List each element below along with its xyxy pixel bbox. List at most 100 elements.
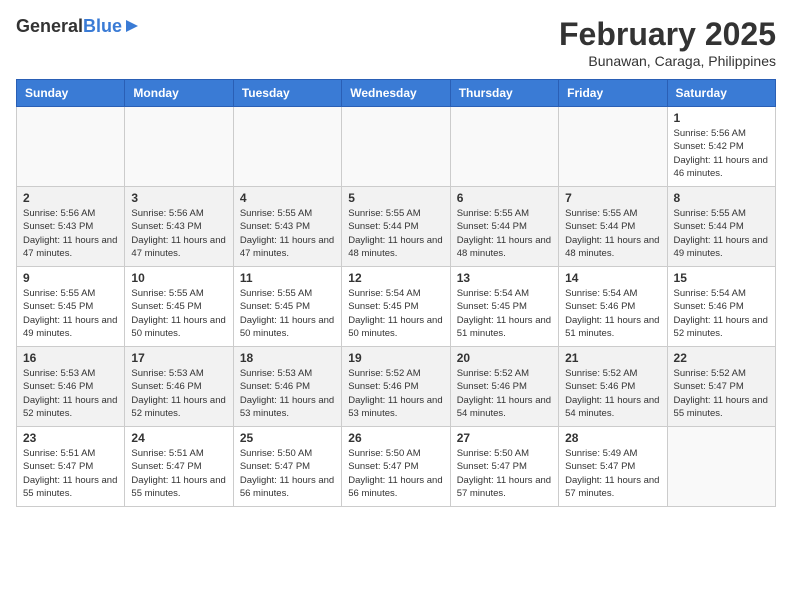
day-info: Sunrise: 5:55 AM Sunset: 5:43 PM Dayligh…: [240, 207, 335, 260]
day-info: Sunrise: 5:51 AM Sunset: 5:47 PM Dayligh…: [23, 447, 118, 500]
calendar-cell: [233, 107, 341, 187]
weekday-header: Thursday: [450, 80, 558, 107]
day-number: 5: [348, 191, 443, 205]
calendar-week-row: 2 Sunrise: 5:56 AM Sunset: 5:43 PM Daylig…: [17, 187, 776, 267]
calendar-cell: [17, 107, 125, 187]
day-number: 2: [23, 191, 118, 205]
calendar-cell: 2Sunrise: 5:56 AM Sunset: 5:43 PM Daylig…: [17, 187, 125, 267]
day-info: Sunrise: 5:55 AM Sunset: 5:44 PM Dayligh…: [348, 207, 443, 260]
calendar-cell: 12 Sunrise: 5:54 AM Sunset: 5:45 PM Dayli…: [342, 267, 450, 347]
day-number: 6: [457, 191, 552, 205]
calendar-cell: 7 Sunrise: 5:55 AM Sunset: 5:44 PM Daylig…: [559, 187, 667, 267]
day-info: Sunrise: 5:54 AM Sunset: 5:46 PM Dayligh…: [565, 287, 660, 340]
day-info: Sunrise: 5:55 AM Sunset: 5:44 PM Dayligh…: [457, 207, 552, 260]
day-info: Sunrise: 5:50 AM Sunset: 5:47 PM Dayligh…: [348, 447, 443, 500]
day-number: 17: [131, 351, 226, 365]
day-info: Sunrise: 5:55 AM Sunset: 5:45 PM Dayligh…: [23, 287, 118, 340]
calendar-cell: 26 Sunrise: 5:50 AM Sunset: 5:47 PM Dayli…: [342, 427, 450, 507]
calendar-table: SundayMondayTuesdayWednesdayThursdayFrid…: [16, 79, 776, 507]
day-number: 3: [131, 191, 226, 205]
calendar-cell: 10Sunrise: 5:55 AM Sunset: 5:45 PM Dayli…: [125, 267, 233, 347]
day-info: Sunrise: 5:52 AM Sunset: 5:46 PM Dayligh…: [457, 367, 552, 420]
day-number: 13: [457, 271, 552, 285]
day-number: 24: [131, 431, 226, 445]
day-number: 22: [674, 351, 769, 365]
calendar-cell: 14Sunrise: 5:54 AM Sunset: 5:46 PM Dayli…: [559, 267, 667, 347]
calendar-cell: 16 Sunrise: 5:53 AM Sunset: 5:46 PM Dayli…: [17, 347, 125, 427]
day-number: 11: [240, 271, 335, 285]
logo-general: General: [16, 16, 83, 36]
day-info: Sunrise: 5:56 AM Sunset: 5:42 PM Dayligh…: [674, 127, 769, 180]
day-info: Sunrise: 5:55 AM Sunset: 5:45 PM Dayligh…: [131, 287, 226, 340]
day-info: Sunrise: 5:49 AM Sunset: 5:47 PM Dayligh…: [565, 447, 660, 500]
calendar-cell: 1 Sunrise: 5:56 AM Sunset: 5:42 PM Daylig…: [667, 107, 775, 187]
day-number: 21: [565, 351, 660, 365]
day-info: Sunrise: 5:56 AM Sunset: 5:43 PM Dayligh…: [131, 207, 226, 260]
day-number: 23: [23, 431, 118, 445]
weekday-header: Saturday: [667, 80, 775, 107]
calendar-week-row: 9 Sunrise: 5:55 AM Sunset: 5:45 PM Daylig…: [17, 267, 776, 347]
calendar-cell: [125, 107, 233, 187]
day-number: 12: [348, 271, 443, 285]
calendar-cell: 13Sunrise: 5:54 AM Sunset: 5:45 PM Dayli…: [450, 267, 558, 347]
calendar-cell: 18 Sunrise: 5:53 AM Sunset: 5:46 PM Dayli…: [233, 347, 341, 427]
calendar-cell: 8Sunrise: 5:55 AM Sunset: 5:44 PM Daylig…: [667, 187, 775, 267]
day-number: 19: [348, 351, 443, 365]
calendar-week-row: 1 Sunrise: 5:56 AM Sunset: 5:42 PM Daylig…: [17, 107, 776, 187]
logo-icon: [124, 18, 140, 34]
day-info: Sunrise: 5:51 AM Sunset: 5:47 PM Dayligh…: [131, 447, 226, 500]
day-info: Sunrise: 5:52 AM Sunset: 5:46 PM Dayligh…: [348, 367, 443, 420]
calendar-week-row: 23 Sunrise: 5:51 AM Sunset: 5:47 PM Dayli…: [17, 427, 776, 507]
calendar-cell: [342, 107, 450, 187]
day-info: Sunrise: 5:55 AM Sunset: 5:45 PM Dayligh…: [240, 287, 335, 340]
weekday-header: Sunday: [17, 80, 125, 107]
calendar-cell: 21 Sunrise: 5:52 AM Sunset: 5:46 PM Dayli…: [559, 347, 667, 427]
calendar-cell: [450, 107, 558, 187]
weekday-header: Tuesday: [233, 80, 341, 107]
day-number: 7: [565, 191, 660, 205]
weekday-header: Friday: [559, 80, 667, 107]
weekday-header-row: SundayMondayTuesdayWednesdayThursdayFrid…: [17, 80, 776, 107]
calendar-cell: 17 Sunrise: 5:53 AM Sunset: 5:46 PM Dayli…: [125, 347, 233, 427]
day-info: Sunrise: 5:53 AM Sunset: 5:46 PM Dayligh…: [23, 367, 118, 420]
calendar-cell: 23 Sunrise: 5:51 AM Sunset: 5:47 PM Dayli…: [17, 427, 125, 507]
calendar-cell: 25Sunrise: 5:50 AM Sunset: 5:47 PM Dayli…: [233, 427, 341, 507]
calendar-cell: 20Sunrise: 5:52 AM Sunset: 5:46 PM Dayli…: [450, 347, 558, 427]
day-number: 9: [23, 271, 118, 285]
day-number: 1: [674, 111, 769, 125]
calendar-week-row: 16 Sunrise: 5:53 AM Sunset: 5:46 PM Dayli…: [17, 347, 776, 427]
day-info: Sunrise: 5:53 AM Sunset: 5:46 PM Dayligh…: [240, 367, 335, 420]
day-info: Sunrise: 5:52 AM Sunset: 5:47 PM Dayligh…: [674, 367, 769, 420]
calendar-header: SundayMondayTuesdayWednesdayThursdayFrid…: [17, 80, 776, 107]
title-block: February 2025 Bunawan, Caraga, Philippin…: [559, 16, 776, 69]
calendar-cell: 4Sunrise: 5:55 AM Sunset: 5:43 PM Daylig…: [233, 187, 341, 267]
calendar-cell: 9 Sunrise: 5:55 AM Sunset: 5:45 PM Daylig…: [17, 267, 125, 347]
location: Bunawan, Caraga, Philippines: [559, 53, 776, 69]
day-info: Sunrise: 5:52 AM Sunset: 5:46 PM Dayligh…: [565, 367, 660, 420]
calendar-cell: 6 Sunrise: 5:55 AM Sunset: 5:44 PM Daylig…: [450, 187, 558, 267]
calendar-cell: 3 Sunrise: 5:56 AM Sunset: 5:43 PM Daylig…: [125, 187, 233, 267]
day-number: 18: [240, 351, 335, 365]
weekday-header: Wednesday: [342, 80, 450, 107]
day-info: Sunrise: 5:55 AM Sunset: 5:44 PM Dayligh…: [565, 207, 660, 260]
day-number: 28: [565, 431, 660, 445]
month-year: February 2025: [559, 16, 776, 53]
day-info: Sunrise: 5:54 AM Sunset: 5:46 PM Dayligh…: [674, 287, 769, 340]
calendar-cell: 27Sunrise: 5:50 AM Sunset: 5:47 PM Dayli…: [450, 427, 558, 507]
day-info: Sunrise: 5:55 AM Sunset: 5:44 PM Dayligh…: [674, 207, 769, 260]
day-info: Sunrise: 5:53 AM Sunset: 5:46 PM Dayligh…: [131, 367, 226, 420]
calendar-cell: 11 Sunrise: 5:55 AM Sunset: 5:45 PM Dayli…: [233, 267, 341, 347]
logo-blue: Blue: [83, 16, 122, 36]
day-info: Sunrise: 5:50 AM Sunset: 5:47 PM Dayligh…: [457, 447, 552, 500]
day-info: Sunrise: 5:54 AM Sunset: 5:45 PM Dayligh…: [348, 287, 443, 340]
calendar-cell: 5 Sunrise: 5:55 AM Sunset: 5:44 PM Daylig…: [342, 187, 450, 267]
day-number: 16: [23, 351, 118, 365]
calendar-cell: 22 Sunrise: 5:52 AM Sunset: 5:47 PM Dayli…: [667, 347, 775, 427]
calendar-cell: 28 Sunrise: 5:49 AM Sunset: 5:47 PM Dayli…: [559, 427, 667, 507]
calendar-cell: 15Sunrise: 5:54 AM Sunset: 5:46 PM Dayli…: [667, 267, 775, 347]
calendar-cell: [559, 107, 667, 187]
day-number: 26: [348, 431, 443, 445]
page-header: GeneralBlue February 2025 Bunawan, Carag…: [16, 16, 776, 69]
calendar-body: 1 Sunrise: 5:56 AM Sunset: 5:42 PM Daylig…: [17, 107, 776, 507]
weekday-header: Monday: [125, 80, 233, 107]
